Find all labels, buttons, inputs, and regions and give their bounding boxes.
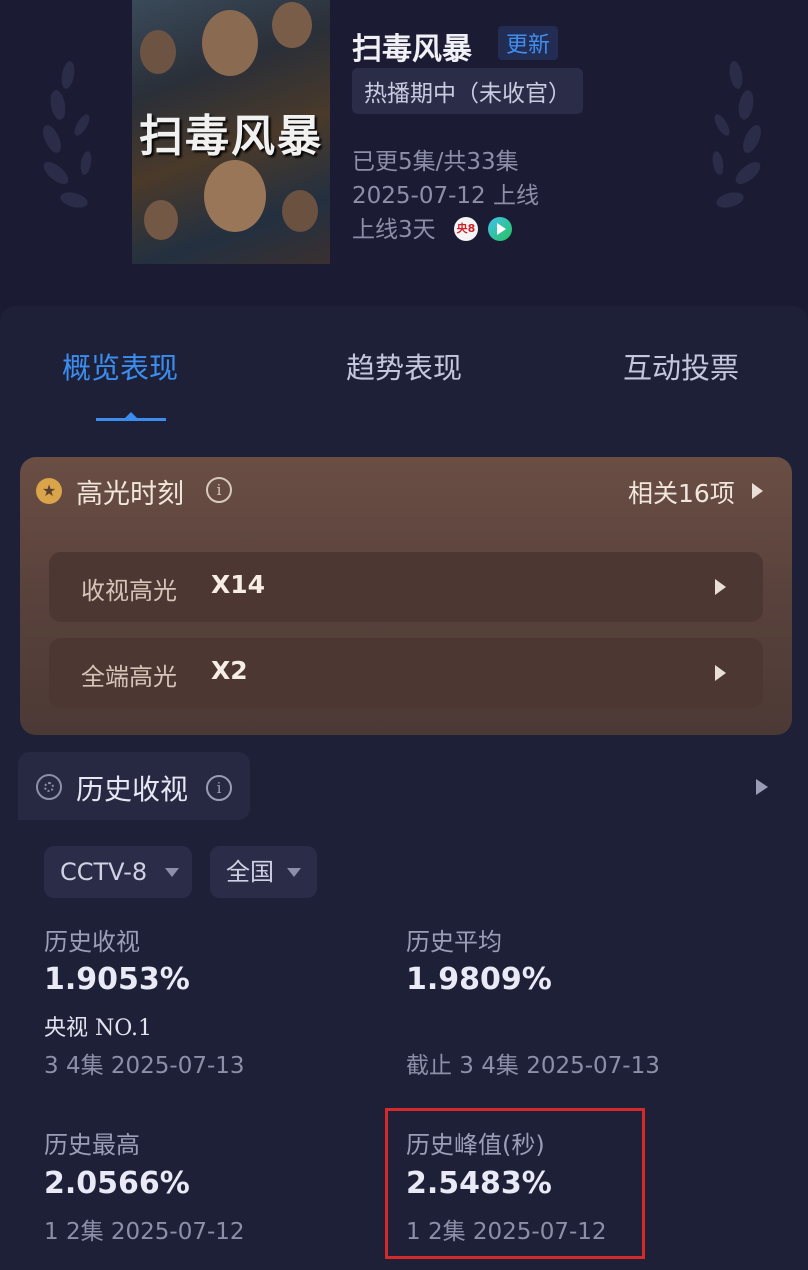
tab-overview[interactable]: 概览表现 [62,345,178,387]
stat-average-label: 历史平均 [406,928,502,956]
stat-highest-value: 2.0566% [44,1166,190,1201]
tencent-video-logo-icon [488,217,512,241]
poster-title: 扫毒风暴 [139,111,323,162]
stat-average-episode: 截止 3 4集 2025-07-13 [406,1053,660,1079]
stat-highest-label: 历史最高 [44,1131,140,1159]
caret-down-icon [165,868,179,877]
active-tab-indicator [96,412,166,421]
history-title: 历史收视 [76,773,189,806]
stat-average-value: 1.9809% [406,962,552,997]
show-title: 扫毒风暴 [352,32,472,67]
show-poster[interactable]: 扫毒风暴 [132,0,330,264]
cctv8-logo-icon: 央8 [454,217,478,241]
highlight-row-ratings[interactable]: 收视高光 X14 [49,552,763,622]
days-online: 上线3天 [352,217,436,243]
info-icon[interactable]: i [206,477,232,503]
reel-icon [36,774,62,800]
chevron-right-icon [715,665,726,681]
annotation-highlight-box [385,1108,645,1259]
stat-rating-label: 历史收视 [44,928,140,956]
chevron-right-icon[interactable] [752,483,763,499]
region-dropdown[interactable]: 全国 [210,846,317,898]
highlights-related-link[interactable]: 相关16项 [628,474,735,510]
stat-rating-rank: 央视 NO.1 [44,1016,152,1041]
premiere-date: 2025-07-12 上线 [352,183,539,209]
info-icon[interactable]: i [206,775,232,801]
laurel-left-icon [43,61,92,208]
stat-highest-episode: 1 2集 2025-07-12 [44,1219,245,1245]
caret-down-icon [287,868,301,877]
stat-rating-value: 1.9053% [44,962,190,997]
highlights-title: 高光时刻 [76,479,184,510]
update-badge: 更新 [498,26,559,60]
highlight-label: 收视高光 [81,577,177,605]
region-dropdown-value: 全国 [226,858,274,886]
star-badge-icon: ★ [36,478,62,504]
broadcast-status: 热播期中（未收官） [352,68,583,114]
stat-rating-episode: 3 4集 2025-07-13 [44,1053,245,1079]
highlight-label: 全端高光 [81,663,177,691]
channel-dropdown[interactable]: CCTV-8 [44,846,192,898]
chevron-right-icon[interactable] [756,779,768,795]
chevron-right-icon [715,579,726,595]
channel-dropdown-value: CCTV-8 [60,858,148,886]
laurel-right-icon [712,61,761,208]
episode-count: 已更5集/共33集 [352,149,519,175]
highlight-count: X2 [211,656,248,685]
highlight-row-all-platform[interactable]: 全端高光 X2 [49,638,763,708]
tab-trend[interactable]: 趋势表现 [346,345,462,387]
tab-voting[interactable]: 互动投票 [623,345,739,387]
highlight-count: X14 [211,570,266,599]
